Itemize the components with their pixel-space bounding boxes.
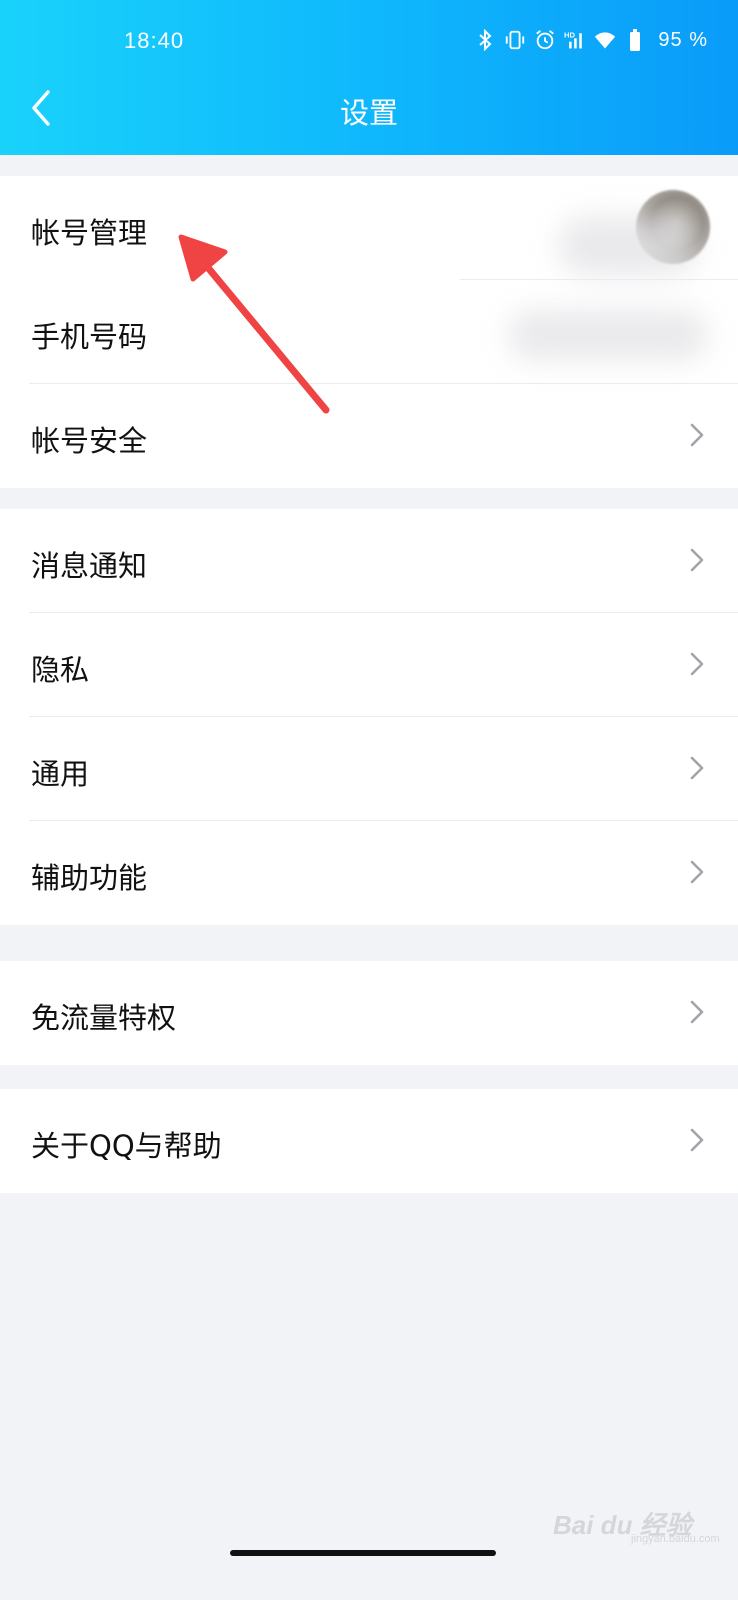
home-indicator[interactable] xyxy=(230,1550,496,1556)
battery-percent: 95 % xyxy=(658,28,708,51)
wifi-icon xyxy=(594,28,616,52)
row-label: 手机号码 xyxy=(31,320,148,354)
status-bar: 18:40 HD 95 % xyxy=(0,20,738,64)
about-section: 关于QQ与帮助 xyxy=(0,1089,738,1193)
row-label: 辅助功能 xyxy=(31,861,148,895)
settings-row-data-free-privilege[interactable]: 免流量特权 xyxy=(0,961,738,1065)
watermark: Bai du 经验 jingyan.baidu.com xyxy=(553,1505,720,1545)
settings-row-privacy[interactable]: 隐私 xyxy=(0,613,738,717)
watermark-sub: jingyan.baidu.com xyxy=(631,1533,720,1545)
settings-row-phone-number[interactable]: 手机号码 xyxy=(0,280,738,384)
row-label: 关于QQ与帮助 xyxy=(31,1129,222,1163)
row-label: 消息通知 xyxy=(31,549,148,583)
settings-row-notifications[interactable]: 消息通知 xyxy=(0,509,738,613)
settings-row-account-security[interactable]: 帐号安全 xyxy=(0,384,738,488)
row-label: 免流量特权 xyxy=(31,1001,177,1035)
row-label: 隐私 xyxy=(31,653,90,687)
chevron-right-icon xyxy=(690,423,704,447)
settings-row-about-help[interactable]: 关于QQ与帮助 xyxy=(0,1089,738,1193)
settings-row-account-management[interactable]: 帐号管理 xyxy=(0,176,738,280)
blurred-area xyxy=(558,216,698,276)
data-free-section: 免流量特权 xyxy=(0,961,738,1065)
settings-row-accessibility[interactable]: 辅助功能 xyxy=(0,821,738,925)
vibrate-icon xyxy=(504,28,526,52)
chevron-right-icon xyxy=(690,860,704,884)
alarm-icon xyxy=(534,28,556,52)
chevron-right-icon xyxy=(690,756,704,780)
page-title: 设置 xyxy=(339,96,398,130)
row-label: 帐号管理 xyxy=(31,216,148,250)
hd-signal-icon: HD xyxy=(564,28,586,52)
row-label: 通用 xyxy=(31,757,90,791)
battery-icon xyxy=(624,28,646,52)
bluetooth-icon xyxy=(474,28,496,52)
chevron-right-icon xyxy=(690,548,704,572)
chevron-right-icon xyxy=(690,1128,704,1152)
chevron-right-icon xyxy=(690,1000,704,1024)
settings-row-general[interactable]: 通用 xyxy=(0,717,738,821)
row-label: 帐号安全 xyxy=(31,424,148,458)
chevron-right-icon xyxy=(690,652,704,676)
general-section: 消息通知 隐私 通用 辅助功能 xyxy=(0,509,738,925)
account-section: 帐号管理 手机号码 帐号安全 xyxy=(0,176,738,488)
svg-text:HD: HD xyxy=(564,30,575,39)
app-header: 18:40 HD 95 % 设置 xyxy=(0,0,738,155)
status-time: 18:40 xyxy=(124,28,185,53)
blurred-phone-value xyxy=(508,310,708,360)
status-icons: HD 95 % xyxy=(474,28,708,52)
